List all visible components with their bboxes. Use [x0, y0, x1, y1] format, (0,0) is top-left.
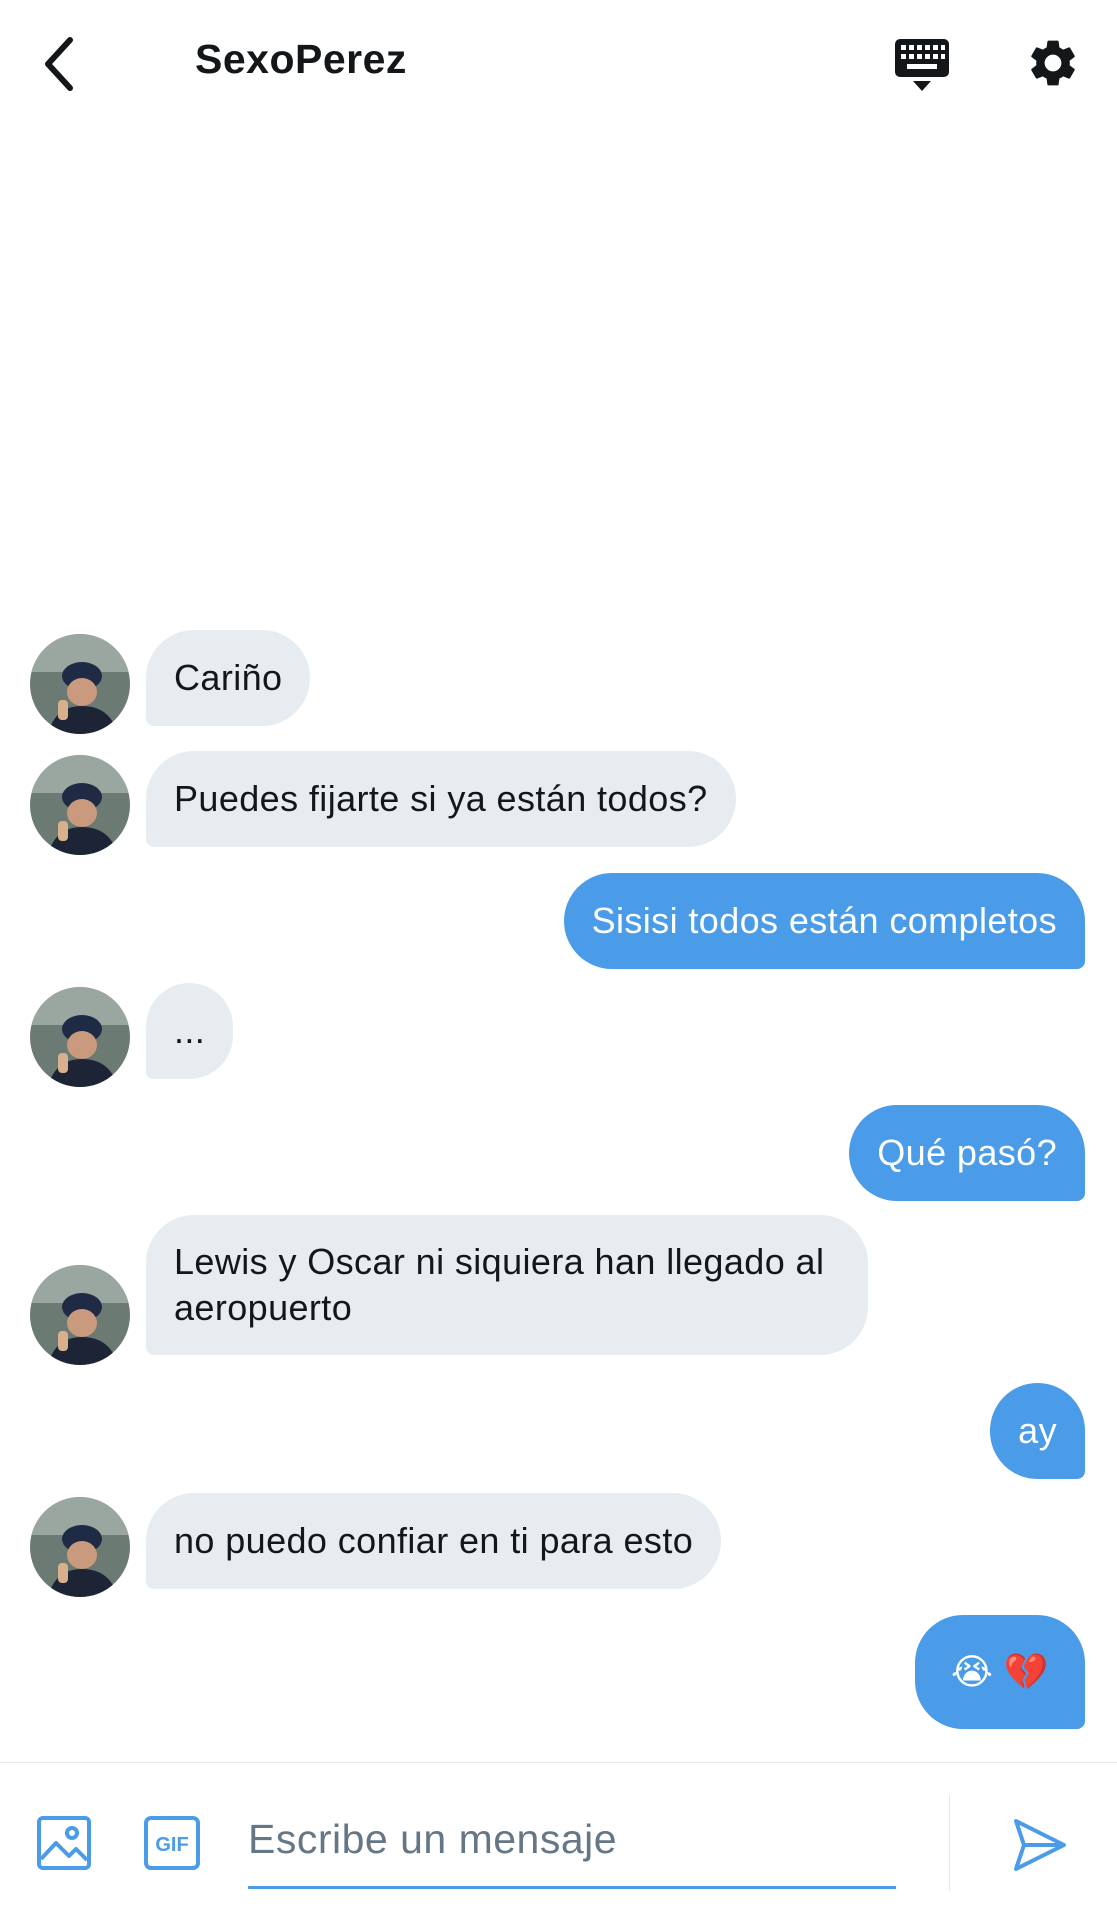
avatar-photo	[30, 755, 130, 855]
avatar[interactable]	[30, 987, 130, 1087]
outgoing-message: 😭 💔	[914, 1615, 1085, 1729]
incoming-message: Lewis y Oscar ni siquiera han llegado al…	[146, 1215, 868, 1355]
composer-divider	[949, 1795, 950, 1891]
incoming-message: Puedes fijarte si ya están todos?	[146, 751, 736, 847]
outgoing-message: ay	[990, 1383, 1085, 1479]
avatar-photo	[30, 987, 130, 1087]
outgoing-message: Sisisi todos están completos	[563, 873, 1085, 969]
settings-button[interactable]	[1022, 32, 1084, 94]
avatar-photo	[30, 1497, 130, 1597]
back-button[interactable]	[30, 28, 90, 100]
avatar-photo	[30, 634, 130, 734]
send-icon	[1014, 1819, 1066, 1871]
message-input[interactable]	[248, 1793, 896, 1889]
gif-icon: GIF	[144, 1816, 200, 1870]
gear-icon	[1031, 40, 1075, 86]
add-image-button[interactable]	[36, 1815, 92, 1871]
keyboard-icon	[895, 39, 949, 91]
avatar[interactable]	[30, 755, 130, 855]
outgoing-message: Qué pasó?	[849, 1105, 1085, 1201]
send-button[interactable]	[1010, 1815, 1070, 1875]
avatar-photo	[30, 1265, 130, 1365]
avatar[interactable]	[30, 1265, 130, 1365]
add-gif-button[interactable]: GIF	[143, 1815, 201, 1871]
incoming-message: Cariño	[146, 630, 311, 726]
svg-text:GIF: GIF	[155, 1834, 188, 1856]
incoming-message: ...	[146, 983, 234, 1079]
keyboard-button[interactable]	[888, 30, 956, 98]
image-icon	[37, 1816, 91, 1870]
avatar[interactable]	[30, 1497, 130, 1597]
avatar[interactable]	[30, 634, 130, 734]
incoming-message: no puedo confiar en ti para esto	[146, 1493, 722, 1589]
message-composer: GIF	[0, 1762, 1117, 1921]
conversation-header: SexoPerez	[0, 0, 1117, 130]
conversation-title: SexoPerez	[195, 36, 407, 82]
chevron-left-icon	[45, 37, 73, 91]
